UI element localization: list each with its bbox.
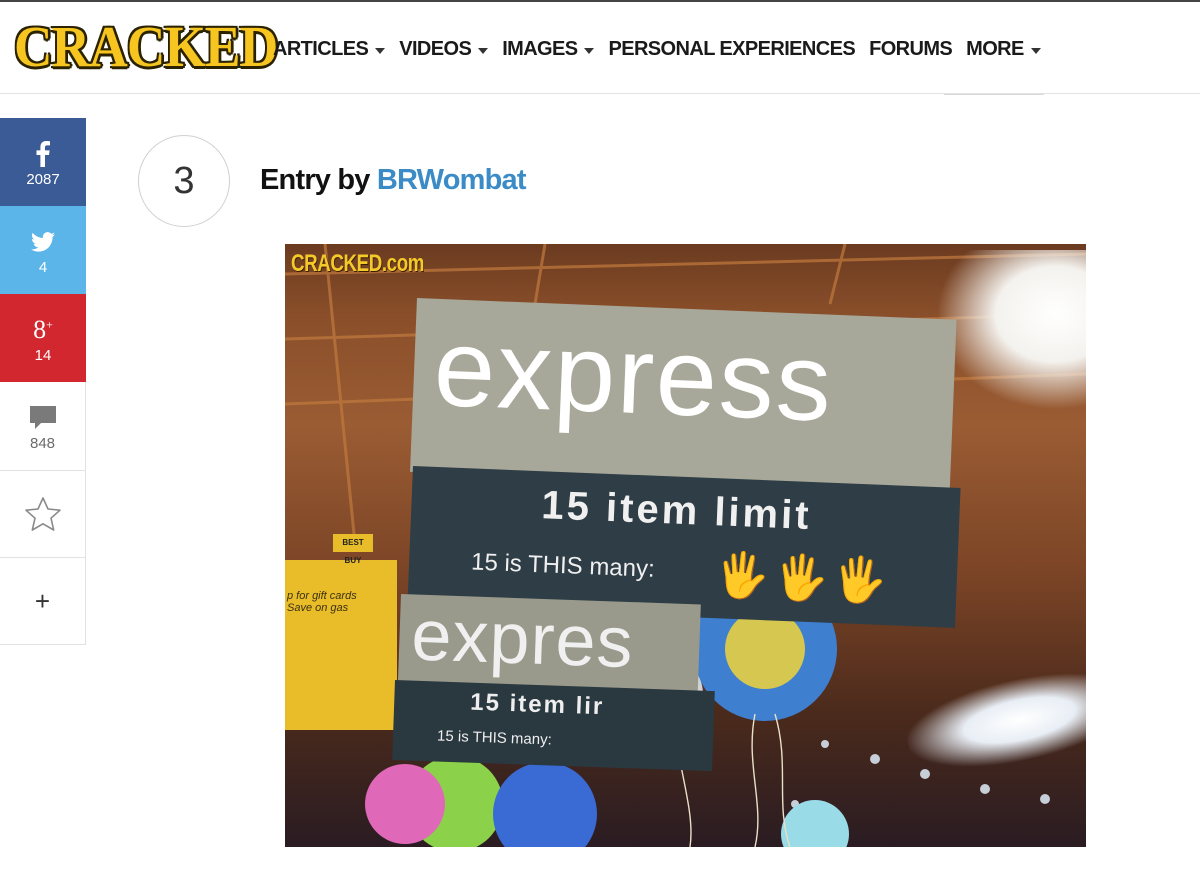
nav-videos[interactable]: VIDEOS [399,38,489,61]
express-sign-text: express [431,305,836,445]
chevron-down-icon [584,47,595,54]
chevron-down-icon [1030,47,1041,54]
facebook-share-count: 2087 [26,170,60,188]
nav-images-label: IMAGES [502,38,578,60]
express-sign: express [410,298,957,494]
google-plus-icon: 8+ [33,313,53,347]
nav-forums-label: FORUMS [869,38,953,60]
chevron-down-icon [478,47,489,54]
nav-images[interactable]: IMAGES [502,38,595,61]
comments-count: 848 [29,434,56,452]
item-limit-text: 15 item limit [540,483,813,539]
this-many-text: 15 is THIS many: [470,548,656,583]
google-plus-glyph: 8+ [33,314,53,344]
express-sign-background-text: expres [410,595,635,684]
three-hands-icon: 🖐🖐🖐 [713,550,893,607]
nav-more[interactable]: MORE [966,38,1041,61]
nav-more-label: MORE [966,38,1024,60]
nav-forums[interactable]: FORUMS [869,38,953,61]
cracked-logo[interactable]: CRACKED [14,16,278,78]
favorite-button[interactable] [0,471,86,558]
main-nav: ARTICLES VIDEOS IMAGES PERSONAL EXPERIEN… [273,38,1041,61]
site-header: CRACKED ARTICLES VIDEOS IMAGES PERSONAL … [0,0,1200,95]
ceiling-light-glare [936,250,1086,410]
entry-author-link[interactable]: BRWombat [377,164,527,196]
entry-title-prefix: Entry by [260,164,377,196]
store-brand-tag: BEST BUY [333,534,373,565]
background-ad-sign: BEST BUY p for gift cards Save on gas [285,534,397,730]
nav-personal-experiences[interactable]: PERSONAL EXPERIENCES [608,38,855,61]
plus-icon: + [34,585,51,616]
twitter-bird-icon [31,225,55,259]
facebook-icon [36,137,50,171]
this-many-background-text: 15 is THIS many: [436,727,553,749]
twitter-share-button[interactable]: 4 [0,206,86,294]
nav-articles-label: ARTICLES [273,38,369,60]
star-icon [24,497,62,531]
entry-title: Entry by BRWombat [260,164,527,197]
express-sign-background: expres [397,594,701,695]
entry-rank-badge: 3 [138,135,230,227]
nav-videos-label: VIDEOS [399,38,472,60]
nav-articles[interactable]: ARTICLES [273,38,386,61]
facebook-share-button[interactable]: 2087 [0,118,86,206]
comment-bubble-icon [29,401,57,435]
chevron-down-icon [375,47,386,54]
google-plus-share-button[interactable]: 8+ 14 [0,294,86,382]
comments-button[interactable]: 848 [0,382,86,471]
ad-text: p for gift cards Save on gas [287,590,357,614]
nav-personal-experiences-label: PERSONAL EXPERIENCES [608,38,856,60]
divider [944,94,1044,95]
entry-image: BEST BUY p for gift cards Save on gas ex… [285,244,1086,847]
share-rail: 2087 4 8+ 14 848 + [0,118,86,645]
more-share-button[interactable]: + [0,558,86,645]
cracked-watermark: CRACKED.com [291,250,425,277]
item-limit-background-text: 15 item lir [469,688,605,721]
item-limit-band-background: 15 item lir 15 is THIS many: [392,680,715,772]
twitter-share-count: 4 [38,258,48,276]
google-plus-share-count: 14 [34,346,52,364]
